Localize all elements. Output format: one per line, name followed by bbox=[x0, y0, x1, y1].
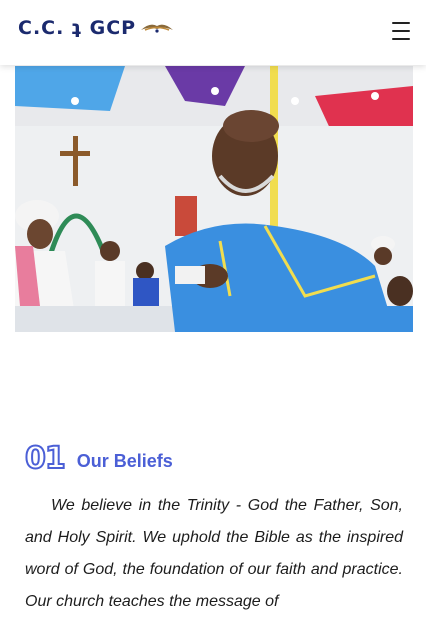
church-congregation-photo bbox=[15, 66, 413, 332]
hero-image bbox=[15, 66, 413, 332]
site-header: C.C. ʇ GCP bbox=[0, 0, 426, 65]
beliefs-paragraph: We believe in the Trinity - God the Fath… bbox=[25, 497, 403, 610]
site-logo[interactable]: C.C. ʇ GCP bbox=[18, 16, 174, 40]
menu-bar bbox=[392, 22, 410, 24]
hamburger-menu-icon[interactable] bbox=[392, 22, 410, 40]
menu-bar bbox=[392, 38, 410, 40]
logo-text: C.C. ʇ GCP bbox=[18, 17, 137, 39]
menu-bar bbox=[392, 30, 410, 32]
section-title: Our Beliefs bbox=[76, 451, 173, 471]
beliefs-heading: 01 Our Beliefs bbox=[24, 440, 173, 476]
dove-icon bbox=[141, 24, 174, 33]
section-number: 01 bbox=[24, 441, 67, 476]
